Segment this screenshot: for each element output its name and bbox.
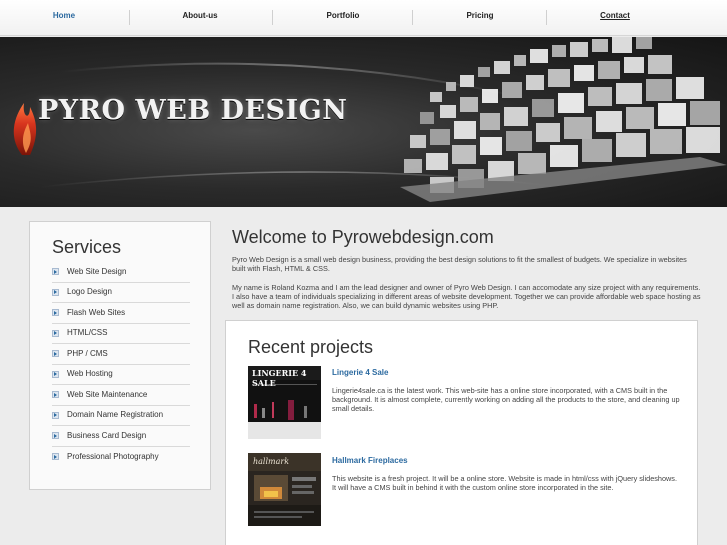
service-item-domain-name-registration[interactable]: Domain Name Registration — [52, 406, 190, 426]
arrow-right-icon — [52, 288, 59, 296]
arrow-right-icon — [52, 432, 59, 440]
service-label: Professional Photography — [67, 451, 159, 461]
nav-divider — [412, 10, 413, 25]
project-description-lingerie: Lingerie4sale.ca is the latest work. Thi… — [332, 386, 680, 413]
service-item-business-card-design[interactable]: Business Card Design — [52, 426, 190, 447]
thumbnail-logo-text: hallmark — [253, 457, 290, 466]
service-label: PHP / CMS — [67, 348, 108, 358]
about-paragraph: My name is Roland Kozma and I am the lea… — [232, 283, 701, 310]
arrow-right-icon — [52, 350, 59, 358]
arrow-right-icon — [52, 309, 59, 317]
service-item-web-site-design[interactable]: Web Site Design — [52, 262, 190, 283]
tile-mosaic-graphic — [400, 37, 727, 202]
service-item-flash-web-sites[interactable]: Flash Web Sites — [52, 303, 190, 324]
service-label: HTML/CSS — [67, 328, 108, 338]
nav-divider — [546, 10, 547, 25]
recent-projects-panel: Recent projects LINGERIE 4 SALE Lingerie… — [225, 320, 698, 545]
services-list: Web Site Design Logo Design Flash Web Si… — [52, 262, 190, 467]
project-thumbnail-lingerie[interactable]: LINGERIE 4 SALE — [248, 366, 321, 439]
arrow-right-icon — [52, 453, 59, 461]
project-title-lingerie[interactable]: Lingerie 4 Sale — [332, 368, 388, 377]
arrow-right-icon — [52, 411, 59, 419]
arrow-right-icon — [52, 370, 59, 378]
service-item-logo-design[interactable]: Logo Design — [52, 283, 190, 303]
nav-divider — [129, 10, 130, 25]
thumbnail-logo-text: LINGERIE 4 SALE — [252, 368, 307, 388]
service-label: Web Site Maintenance — [67, 389, 148, 399]
service-label: Flash Web Sites — [67, 307, 126, 317]
recent-projects-heading: Recent projects — [248, 337, 374, 357]
service-item-php-cms[interactable]: PHP / CMS — [52, 344, 190, 365]
brand-title: PYRO WEB DESIGN — [38, 95, 348, 126]
arrow-right-icon — [52, 391, 59, 399]
nav-about-us[interactable]: About-us — [170, 11, 230, 25]
services-sidebar: Services Web Site Design Logo Design Fla… — [29, 221, 211, 490]
service-label: Web Site Design — [67, 266, 127, 276]
arrow-right-icon — [52, 329, 59, 337]
service-item-web-site-maintenance[interactable]: Web Site Maintenance — [52, 385, 190, 406]
services-heading: Services — [52, 237, 122, 257]
nav-home[interactable]: Home — [44, 11, 84, 25]
service-label: Logo Design — [67, 287, 112, 297]
nav-divider — [272, 10, 273, 25]
intro-paragraph: Pyro Web Design is a small web design bu… — [232, 255, 687, 273]
project-thumbnail-hallmark[interactable]: hallmark — [248, 453, 321, 526]
project-title-hallmark[interactable]: Hallmark Fireplaces — [332, 456, 408, 465]
service-label: Domain Name Registration — [67, 410, 164, 420]
service-item-professional-photography[interactable]: Professional Photography — [52, 447, 190, 468]
flame-logo-icon — [13, 103, 37, 155]
nav-pricing[interactable]: Pricing — [450, 11, 510, 25]
project-description-hallmark: This website is a fresh project. It will… — [332, 474, 677, 492]
nav-portfolio[interactable]: Portfolio — [313, 11, 373, 25]
service-label: Web Hosting — [67, 369, 113, 379]
arrow-right-icon — [52, 268, 59, 276]
welcome-heading: Welcome to Pyrowebdesign.com — [232, 227, 494, 247]
service-item-web-hosting[interactable]: Web Hosting — [52, 365, 190, 385]
top-navigation: Home About-us Portfolio Pricing Contact — [0, 0, 727, 36]
header-banner: PYRO WEB DESIGN — [0, 37, 727, 207]
nav-contact[interactable]: Contact — [585, 11, 645, 25]
service-label: Business Card Design — [67, 430, 147, 440]
service-item-html-css[interactable]: HTML/CSS — [52, 324, 190, 344]
